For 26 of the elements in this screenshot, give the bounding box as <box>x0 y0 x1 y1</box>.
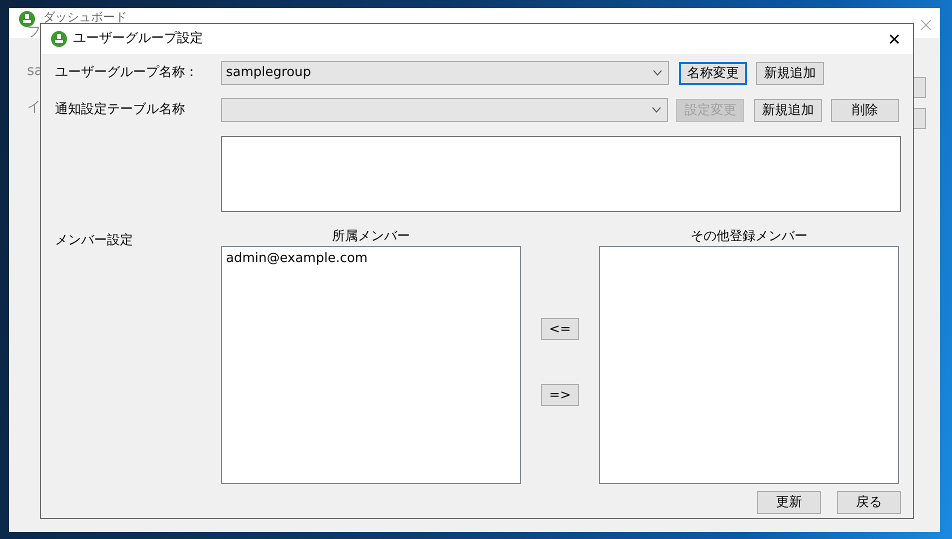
label: フ <box>27 23 41 42</box>
dialog-title: ユーザーグループ設定 <box>73 30 203 48</box>
list-heading: 所属メンバー <box>332 229 410 244</box>
app-icon <box>51 31 67 47</box>
list-item[interactable]: admin@example.com <box>226 249 516 268</box>
move-button[interactable]: <= <box>541 318 579 340</box>
button[interactable]: 更新 <box>757 491 821 514</box>
list-heading: その他登録メンバー <box>690 229 808 244</box>
field-label: ユーザーグループ名称： <box>55 64 199 82</box>
button[interactable]: 戻る <box>837 491 901 514</box>
button[interactable]: 新規追加 <box>756 62 824 84</box>
window-title: ダッシュボード <box>43 11 127 24</box>
section-label: メンバー設定 <box>55 232 133 250</box>
chevron-down-icon <box>652 107 662 113</box>
move-button[interactable]: => <box>541 384 579 406</box>
text-area[interactable] <box>221 136 901 212</box>
button[interactable]: 名称変更 <box>679 62 747 84</box>
close-button[interactable]: ✕ <box>884 28 905 52</box>
chevron-down-icon <box>653 70 662 76</box>
label: イ <box>27 98 41 117</box>
list-box[interactable]: admin@example.com <box>221 246 521 484</box>
app-icon <box>19 11 35 27</box>
button[interactable]: 削除 <box>831 98 899 122</box>
dropdown[interactable]: samplegroup <box>221 61 669 85</box>
button[interactable]: 新規追加 <box>754 98 822 122</box>
field-label: 通知設定テーブル名称 <box>55 101 186 120</box>
